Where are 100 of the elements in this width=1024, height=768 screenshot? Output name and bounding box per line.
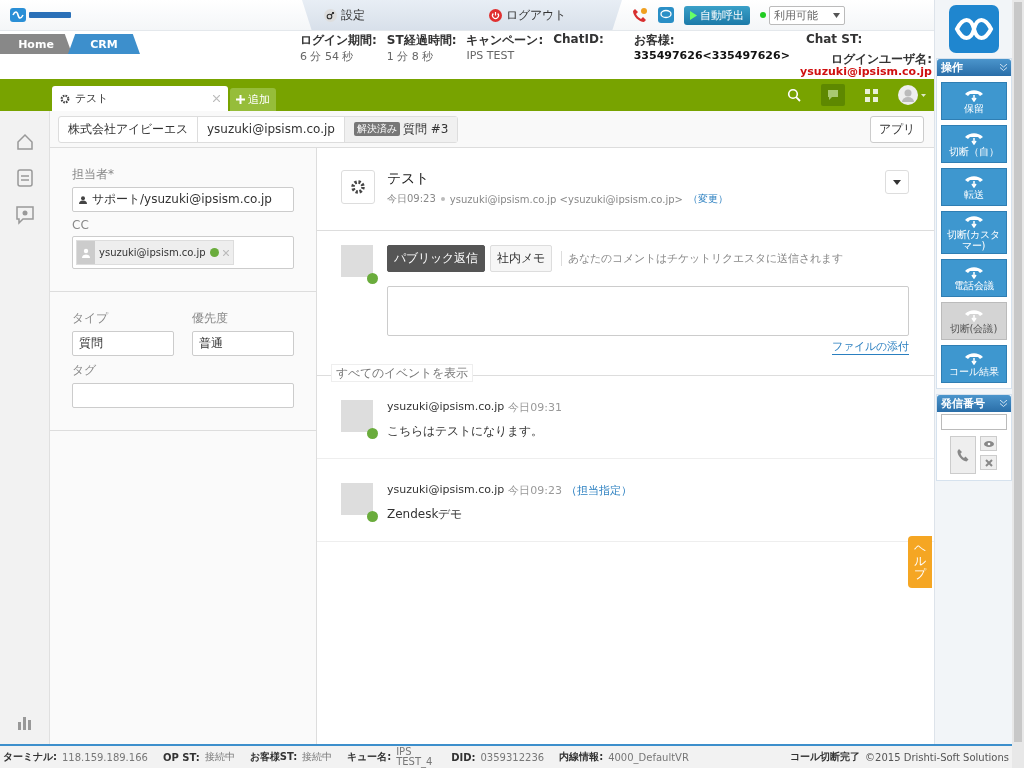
- phone-icon: [957, 448, 969, 462]
- field-label: CC: [72, 218, 90, 232]
- gear-icon: [60, 93, 70, 104]
- person-icon: [79, 195, 87, 204]
- home-icon[interactable]: [15, 133, 34, 151]
- event-time: 今日09:23: [508, 483, 562, 498]
- auto-call-button[interactable]: 自動呼出: [684, 5, 750, 25]
- bullet-icon: [440, 197, 445, 201]
- close-icon[interactable]: [213, 95, 220, 102]
- info-value: 335497626<335497626>: [633, 49, 790, 62]
- ticket-tab[interactable]: テスト: [52, 86, 228, 111]
- call-action-button[interactable]: コール結果: [940, 345, 1007, 383]
- info-value: IPS TEST: [466, 49, 516, 62]
- tags-field[interactable]: [72, 383, 294, 408]
- avatar-icon[interactable]: [898, 85, 926, 105]
- avatar: [341, 245, 373, 277]
- chat-icon[interactable]: [658, 7, 674, 23]
- clear-button[interactable]: [980, 455, 997, 470]
- breadcrumb-label: 質問 #3: [402, 120, 449, 138]
- dropdown-button[interactable]: [885, 170, 909, 194]
- breadcrumb[interactable]: 解決済み 質問 #3: [344, 116, 458, 142]
- call-action-button[interactable]: 転送: [940, 168, 1007, 206]
- apps-button[interactable]: アプリ: [870, 115, 924, 143]
- user-status-icon: [367, 511, 378, 522]
- priority-field[interactable]: 普通: [192, 331, 294, 356]
- caret-icon: [893, 179, 901, 185]
- chevron-icon: [999, 400, 1007, 407]
- reply-mode-button[interactable]: 社内メモ: [490, 245, 552, 272]
- status-badge: 解決済み: [353, 122, 400, 136]
- panel-header[interactable]: 発信番号: [936, 395, 1011, 412]
- assignee-field[interactable]: サポート/ysuzuki@ipsism.co.jp: [72, 187, 294, 212]
- footer-label: お客様ST:: [249, 750, 298, 764]
- footer-value: IPS TEST_4: [396, 747, 434, 767]
- field-label: 優先度: [192, 310, 229, 327]
- ticket-time: 今日09:23: [387, 192, 436, 206]
- bar-chart-icon[interactable]: [16, 714, 33, 730]
- settings-link[interactable]: 設定: [324, 6, 365, 24]
- search-icon[interactable]: [787, 88, 801, 102]
- field-label: タイプ: [72, 310, 110, 327]
- gear-icon: [341, 170, 375, 204]
- change-link[interactable]: （変更）: [688, 192, 728, 206]
- info-label: ST経過時間:: [386, 32, 457, 49]
- cc-field[interactable]: ysuzuki@ipsism.co.jp: [72, 236, 294, 269]
- cc-chip[interactable]: ysuzuki@ipsism.co.jp: [76, 240, 234, 265]
- footer-value: 接続中: [302, 750, 333, 764]
- breadcrumb[interactable]: 株式会社アイビーエス: [59, 116, 198, 142]
- chevron-icon: [999, 64, 1007, 71]
- avatar: [341, 483, 373, 515]
- footer-label: ターミナル:: [3, 750, 57, 764]
- event-body: こちらはテストになります。: [387, 423, 544, 440]
- attach-file-link[interactable]: ファイルの添付: [832, 339, 909, 355]
- call-action-button[interactable]: 切断(カスタマー): [940, 211, 1007, 254]
- user-status-icon: [367, 273, 378, 284]
- info-label: キャンペーン:: [466, 32, 544, 49]
- dial-number-field[interactable]: [940, 414, 1007, 430]
- show-all-events-link[interactable]: すべてのイベントを表示: [331, 364, 473, 382]
- info-label: ChatID:: [553, 32, 604, 46]
- call-button[interactable]: [950, 436, 976, 474]
- eye-button[interactable]: [980, 436, 997, 451]
- breadcrumb[interactable]: ysuzuki@ipsism.co.jp: [198, 116, 345, 142]
- caret-icon: [833, 12, 840, 18]
- nav-tab[interactable]: Home: [0, 34, 72, 54]
- ticket-title: テスト: [387, 170, 430, 188]
- call-action-button[interactable]: 切断（自）: [940, 125, 1007, 163]
- type-field[interactable]: 質問: [72, 331, 174, 356]
- user-status-icon: [209, 248, 219, 257]
- panel-header[interactable]: 操作: [936, 59, 1011, 76]
- footer-value: 4000_DefaultVR: [608, 751, 689, 763]
- document-icon[interactable]: [16, 169, 33, 187]
- info-value: 1 分 8 秒: [386, 49, 435, 64]
- info-label: ログイン期間:: [300, 32, 377, 49]
- comment-field[interactable]: [387, 286, 909, 336]
- event-body: Zendeskデモ: [387, 506, 464, 523]
- play-icon: [690, 10, 697, 20]
- event-author: ysuzuki@ipsism.co.jp: [387, 400, 505, 415]
- eye-icon: [983, 440, 994, 447]
- field-label: タグ: [72, 362, 97, 379]
- avatar: [341, 400, 373, 432]
- chat-icon[interactable]: [821, 84, 845, 106]
- reply-hint: あなたのコメントはチケットリクエスタに送信されます: [561, 251, 843, 266]
- call-action-button[interactable]: 保留: [940, 82, 1007, 120]
- reply-mode-button[interactable]: パブリック返信: [387, 245, 485, 272]
- grid-icon[interactable]: [865, 88, 878, 102]
- footer-value: 0359312236: [480, 751, 545, 763]
- phone-icon[interactable]: [632, 7, 648, 23]
- footer-label: キュー名:: [347, 750, 392, 764]
- scrollbar-thumb[interactable]: [1014, 2, 1022, 742]
- event-author: ysuzuki@ipsism.co.jp: [387, 483, 505, 498]
- info-value: 6 分 54 秒: [300, 49, 355, 64]
- gender-icon: [324, 8, 337, 22]
- event-action: （担当指定）: [566, 483, 632, 498]
- copyright: ©2015 Drishti-Soft Solutions: [865, 751, 1009, 763]
- call-action-button[interactable]: 電話会議: [940, 259, 1007, 297]
- status-select[interactable]: 利用可能: [769, 5, 845, 25]
- speech-bubble-icon[interactable]: [14, 205, 35, 225]
- remove-icon[interactable]: [222, 249, 229, 256]
- logout-link[interactable]: ログアウト: [489, 6, 566, 24]
- nav-tab[interactable]: CRM: [68, 34, 140, 54]
- power-icon: [489, 8, 502, 22]
- login-user-label: ログインユーザ名:: [831, 52, 932, 67]
